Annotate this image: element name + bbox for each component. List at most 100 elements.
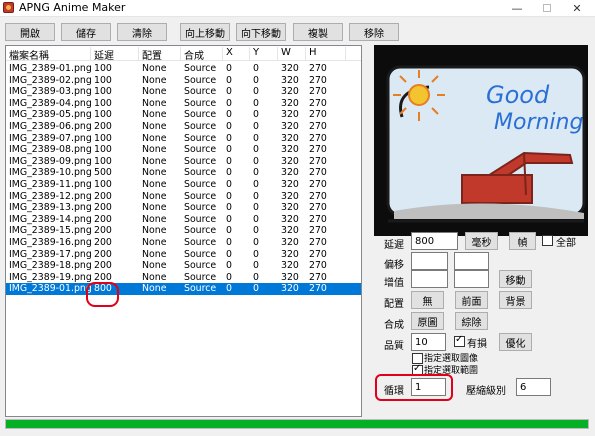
maximize-button[interactable] [532,0,562,16]
column-header-y[interactable]: Y [250,47,278,60]
cell-y: 0 [253,248,259,260]
table-row[interactable]: IMG_2389-04.png 100 None Source 0 0 320 270 [6,98,361,110]
offset-y-field[interactable] [454,252,489,270]
move-button[interactable]: 移動 [499,270,532,288]
increment-y-field[interactable] [454,270,489,288]
cell-dispose: None [142,179,167,190]
blend-source-button[interactable]: 原圖 [411,312,444,330]
cell-h: 270 [309,271,327,283]
cell-y: 0 [253,225,259,237]
cell-delay: 100 [94,86,112,98]
copy-button[interactable]: 複製 [293,23,343,41]
milliseconds-button[interactable]: 毫秒 [465,232,498,250]
clear-button[interactable]: 清除 [117,23,167,41]
open-button[interactable]: 開啟 [5,23,55,41]
cell-w: 320 [281,260,299,272]
cell-x: 0 [226,121,232,132]
cell-y: 0 [253,190,259,202]
table-row[interactable]: IMG_2389-07.png 100 None Source 0 0 320 270 [6,133,361,145]
blend-over-button[interactable]: 綜除 [455,312,488,330]
cell-dispose: None [142,202,167,214]
move-up-button[interactable]: 向上移動 [180,23,230,41]
save-button[interactable]: 儲存 [61,23,111,41]
cell-h: 270 [309,109,327,121]
lossy-checkbox[interactable] [454,334,465,347]
table-row[interactable]: IMG_2389-06.png 200 None Source 0 0 320 270 [6,121,361,133]
cell-dispose: None [142,132,167,144]
preview-panel: Good Morning [374,45,588,236]
table-row[interactable]: IMG_2389-01.png 800 None Source 0 0 320 270 [6,283,361,295]
cell-w: 320 [281,179,299,190]
cell-h: 270 [309,74,327,86]
table-row[interactable]: IMG_2389-10.png 500 None Source 0 0 320 270 [6,167,361,179]
cell-blend: Source [184,283,217,295]
cell-w: 320 [281,132,299,144]
cell-w: 320 [281,74,299,86]
compression-field[interactable]: 6 [516,378,551,396]
table-row[interactable]: IMG_2389-14.png 200 None Source 0 0 320 270 [6,214,361,226]
table-row[interactable]: IMG_2389-18.png 200 None Source 0 0 320 270 [6,260,361,272]
app-icon [3,2,14,13]
cell-h: 270 [309,179,327,190]
frame-list[interactable]: 檔案名稱 延遲 配置 合成 X Y W H IMG_2389-01.png 100 None Sou… [5,45,362,417]
table-row[interactable]: IMG_2389-03.png 100 None Source 0 0 320 270 [6,86,361,98]
cell-blend: Source [184,132,217,144]
cell-w: 320 [281,190,299,202]
table-row[interactable]: IMG_2389-12.png 200 None Source 0 0 320 270 [6,191,361,203]
column-header-w[interactable]: W [278,47,306,60]
cell-h: 270 [309,63,327,74]
list-header: 檔案名稱 延遲 配置 合成 X Y W H [6,46,361,62]
column-header-blend[interactable]: 合成 [181,47,223,62]
close-button[interactable]: ✕ [562,0,592,16]
cell-w: 320 [281,167,299,179]
column-header-filename[interactable]: 檔案名稱 [6,47,91,62]
cell-y: 0 [253,179,259,190]
cell-blend: Source [184,271,217,283]
cell-y: 0 [253,97,259,109]
move-down-button[interactable]: 向下移動 [236,23,286,41]
column-header-h[interactable]: H [306,47,346,60]
cell-w: 320 [281,86,299,98]
minimize-button[interactable]: — [502,0,532,16]
progress-bar [5,419,589,429]
cell-x: 0 [226,109,232,121]
cell-blend: Source [184,190,217,202]
table-row[interactable]: IMG_2389-02.png 100 None Source 0 0 320 270 [6,75,361,87]
cell-blend: Source [184,74,217,86]
remove-button[interactable]: 移除 [349,23,399,41]
column-header-dispose[interactable]: 配置 [139,47,181,62]
offset-x-field[interactable] [411,252,448,270]
cell-filename: IMG_2389-13.png [9,202,92,214]
cell-y: 0 [253,132,259,144]
table-row[interactable]: IMG_2389-17.png 200 None Source 0 0 320 270 [6,249,361,261]
table-row[interactable]: IMG_2389-01.png 100 None Source 0 0 320 270 [6,63,361,75]
cell-x: 0 [226,190,232,202]
increment-x-field[interactable] [411,270,448,288]
all-checkbox[interactable] [542,235,553,246]
dispose-background-button[interactable]: 背景 [499,291,532,309]
frame-unit-button[interactable]: 幀 [509,232,536,250]
optimize-button[interactable]: 優化 [499,333,532,351]
dispose-previous-button[interactable]: 前面 [455,291,488,309]
table-row[interactable]: IMG_2389-13.png 200 None Source 0 0 320 270 [6,202,361,214]
table-row[interactable]: IMG_2389-08.png 100 None Source 0 0 320 270 [6,144,361,156]
preview-text-good: Good [486,81,550,109]
table-row[interactable]: IMG_2389-11.png 100 None Source 0 0 320 270 [6,179,361,191]
dispose-none-button[interactable]: 無 [411,291,444,309]
cell-x: 0 [226,202,232,214]
cell-delay: 200 [94,237,112,248]
cell-blend: Source [184,97,217,109]
cell-y: 0 [253,86,259,98]
table-row[interactable]: IMG_2389-09.png 100 None Source 0 0 320 270 [6,156,361,168]
table-row[interactable]: IMG_2389-05.png 100 None Source 0 0 320 270 [6,109,361,121]
table-row[interactable]: IMG_2389-15.png 200 None Source 0 0 320 270 [6,225,361,237]
cell-blend: Source [184,86,217,98]
column-header-delay[interactable]: 延遲 [91,47,139,62]
table-row[interactable]: IMG_2389-19.png 200 None Source 0 0 320 270 [6,272,361,284]
cell-dispose: None [142,155,167,167]
cell-dispose: None [142,167,167,179]
column-header-x[interactable]: X [223,47,250,60]
table-row[interactable]: IMG_2389-16.png 200 None Source 0 0 320 270 [6,237,361,249]
delay-field[interactable]: 800 [411,232,458,250]
quality-field[interactable]: 10 [411,333,446,351]
